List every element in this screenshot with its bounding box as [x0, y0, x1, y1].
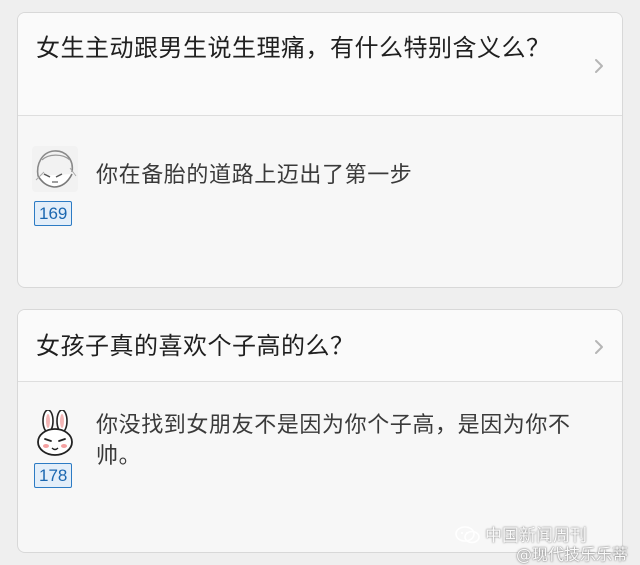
- qa-card: 女孩子真的喜欢个子高的么？ 178 你没找到女朋友不是因为你个子高，是因为你不帅…: [17, 309, 623, 553]
- qa-card: 女生主动跟男生说生理痛，有什么特别含义么？ 169 你在备胎的道路上迈出了第一步: [17, 12, 623, 288]
- question-header[interactable]: 女生主动跟男生说生理痛，有什么特别含义么？: [18, 13, 622, 116]
- vote-count-badge: 169: [34, 201, 73, 226]
- chevron-right-icon: [595, 340, 603, 354]
- avatar-sketch-face-icon[interactable]: [32, 146, 78, 192]
- question-header[interactable]: 女孩子真的喜欢个子高的么？: [18, 310, 622, 382]
- watermark-handle: @现代技乐乐蒂: [516, 545, 629, 564]
- wechat-icon: [455, 526, 480, 544]
- answer-text: 你没找到女朋友不是因为你个子高，是因为你不帅。: [96, 413, 571, 469]
- screen: 女生主动跟男生说生理痛，有什么特别含义么？ 169 你在备胎的道路上迈出了第一步: [0, 0, 640, 565]
- question-text: 女生主动跟男生说生理痛，有什么特别含义么？: [36, 34, 551, 62]
- vote-count-badge: 178: [34, 463, 73, 488]
- answer-text: 你在备胎的道路上迈出了第一步: [96, 163, 413, 188]
- avatar-rabbit-icon[interactable]: [32, 410, 78, 456]
- chevron-right-icon: [595, 59, 603, 73]
- question-text: 女孩子真的喜欢个子高的么？: [36, 332, 355, 360]
